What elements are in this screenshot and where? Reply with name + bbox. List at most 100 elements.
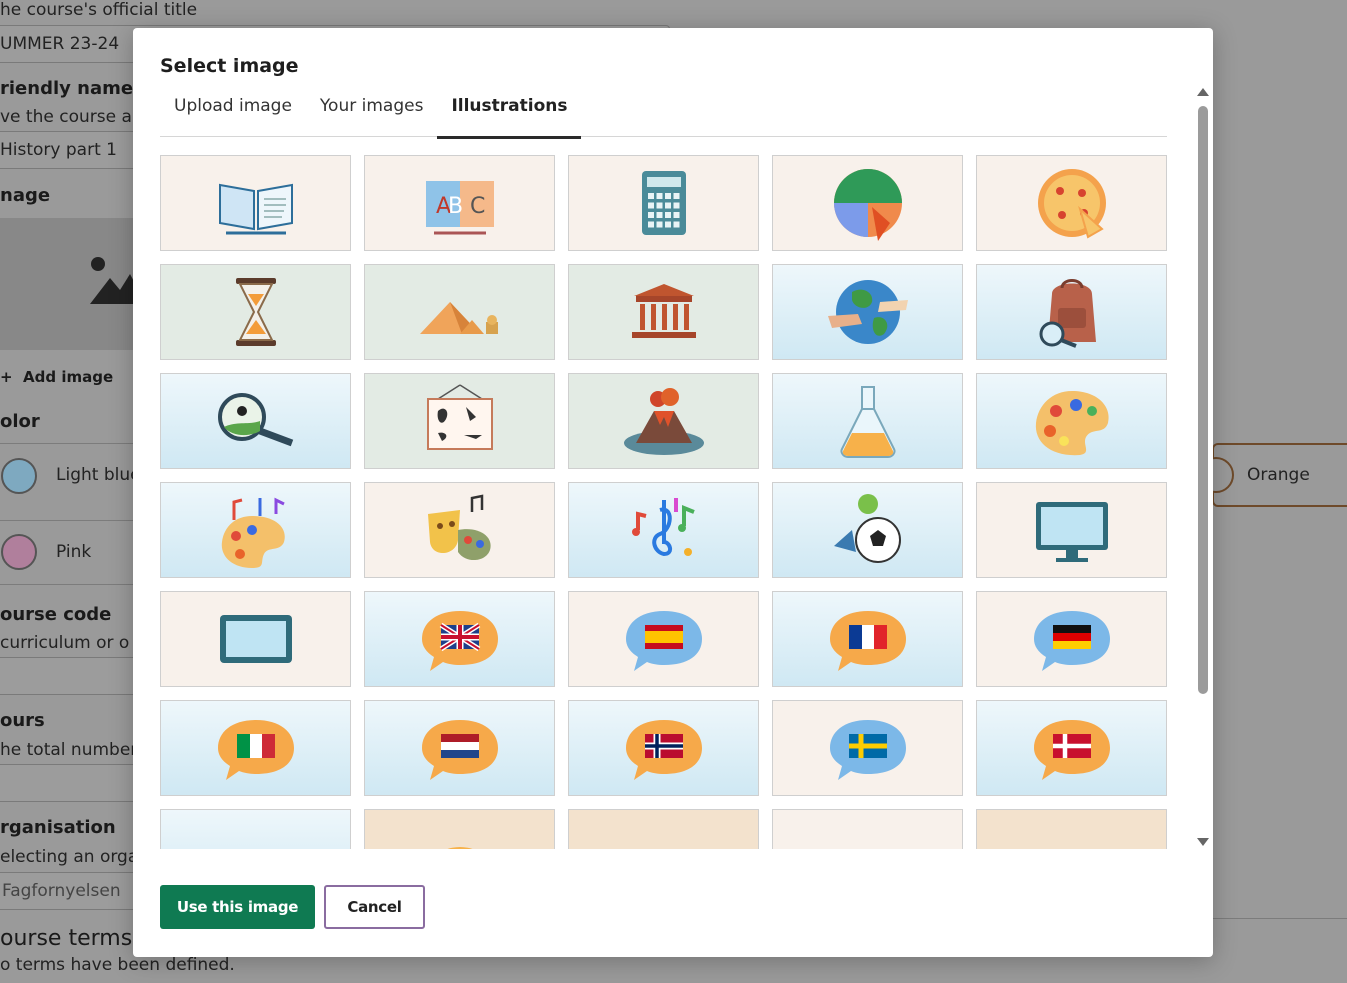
illustration-tile[interactable] (772, 809, 963, 849)
svg-text:C: C (470, 194, 485, 219)
norway-flag-bubble-icon (625, 720, 702, 780)
illustration-tile[interactable] (160, 809, 351, 849)
illustration-tile[interactable] (568, 264, 759, 360)
svg-text:B: B (448, 194, 463, 219)
illustration-tile[interactable] (772, 373, 963, 469)
course-code-hint: curriculum or o (0, 633, 130, 653)
orange-label: Orange (1247, 465, 1310, 485)
illustration-grid-viewport: ABC (160, 155, 1167, 849)
scroll-down-arrow-icon[interactable] (1197, 838, 1209, 846)
illustration-tile[interactable] (568, 809, 759, 849)
title-hint: he course's official title (0, 0, 198, 20)
music-notes-icon (631, 498, 695, 557)
friendly-name-label: riendly name (0, 78, 134, 99)
illustration-tile[interactable] (772, 700, 963, 796)
flask-icon (840, 386, 895, 458)
illustration-tile[interactable] (568, 482, 759, 578)
uk-flag-bubble-icon (421, 611, 498, 671)
theater-masks-icon (427, 494, 491, 561)
sweden-flag-bubble-icon (829, 720, 906, 780)
orange-option[interactable]: Orange (1198, 443, 1347, 507)
illustration-tile[interactable] (976, 482, 1167, 578)
abc-book-icon: AB C (425, 181, 494, 235)
cancel-button[interactable]: Cancel (324, 885, 425, 929)
greek-temple-icon (631, 284, 696, 338)
illustration-tile[interactable] (364, 700, 555, 796)
illustration-tile[interactable] (160, 155, 351, 251)
illustration-tile[interactable] (568, 373, 759, 469)
calculator-icon (641, 171, 686, 235)
illustration-tile[interactable] (160, 264, 351, 360)
notepad-icon (614, 817, 714, 849)
light-blue-swatch[interactable] (1, 458, 37, 494)
scroll-up-arrow-icon[interactable] (1197, 88, 1209, 96)
add-image-label: Add image (23, 368, 114, 386)
hours-label: ours (0, 710, 45, 731)
illustration-tile[interactable] (364, 809, 555, 849)
course-code-label: ourse code (0, 604, 112, 625)
illustration-tile[interactable] (568, 700, 759, 796)
biology-chart-icon (426, 384, 493, 450)
dialog-title: Select image (160, 55, 299, 77)
monitor-icon (1035, 502, 1108, 562)
numbers-tree-icon (206, 817, 306, 849)
title-value: UMMER 23-24 (0, 34, 120, 54)
course-terms-label: ourse terms (0, 926, 133, 951)
organisation-hint: electing an orga (0, 847, 139, 867)
magnifier-ant-icon (217, 393, 293, 447)
illustration-tile[interactable] (976, 700, 1167, 796)
light-blue-label: Light blue (56, 465, 141, 485)
pizza-fractions-icon (1037, 169, 1106, 239)
illustration-tile[interactable] (364, 591, 555, 687)
use-this-image-button[interactable]: Use this image (160, 885, 315, 929)
color-label: olor (0, 411, 40, 432)
friendly-name-value: History part 1 (0, 140, 117, 160)
organisation-value: Fagfornyelsen (2, 881, 121, 901)
illustration-tile[interactable]: ABC (364, 155, 555, 251)
illustration-tile[interactable] (364, 373, 555, 469)
pyramids-icon (419, 302, 498, 334)
illustration-tile[interactable] (364, 264, 555, 360)
denmark-flag-bubble-icon (1033, 720, 1110, 780)
illustration-tile[interactable] (772, 482, 963, 578)
tab-illustrations[interactable]: Illustrations (437, 92, 582, 139)
tab-your-images[interactable]: Your images (306, 92, 438, 137)
illustration-tile[interactable] (160, 482, 351, 578)
illustration-tile[interactable] (568, 591, 759, 687)
pink-swatch[interactable] (1, 534, 37, 570)
grid-scrollbar[interactable] (1194, 84, 1212, 850)
sun-icon (447, 847, 472, 849)
illustration-tile[interactable] (568, 155, 759, 251)
image-label: nage (0, 185, 51, 206)
spain-flag-bubble-icon (625, 611, 702, 671)
scroll-thumb[interactable] (1198, 106, 1208, 694)
backpack-magnifier-icon (1039, 279, 1096, 348)
illustration-tile[interactable] (976, 809, 1167, 849)
select-image-dialog: Select image Upload image Your images Il… (133, 28, 1213, 957)
pink-label: Pink (56, 542, 92, 562)
illustration-tile[interactable] (364, 482, 555, 578)
illustration-tile[interactable] (160, 700, 351, 796)
course-terms-hint: o terms have been defined. (0, 955, 235, 975)
globe-hands-icon (827, 280, 908, 344)
tab-upload-image[interactable]: Upload image (160, 92, 306, 137)
graduation-cap-icon (1022, 817, 1122, 849)
organisation-label: rganisation (0, 817, 116, 838)
illustration-tile[interactable] (976, 373, 1167, 469)
add-image-link[interactable]: + Add image (0, 368, 113, 386)
illustration-tile[interactable] (976, 591, 1167, 687)
illustration-tile[interactable] (976, 264, 1167, 360)
illustration-tile[interactable] (772, 264, 963, 360)
hours-hint: he total number (0, 740, 138, 760)
illustration-tile[interactable] (772, 155, 963, 251)
germany-flag-bubble-icon (1033, 611, 1110, 671)
palette-music-icon (221, 497, 285, 568)
illustration-tile[interactable] (772, 591, 963, 687)
illustration-tile[interactable] (160, 373, 351, 469)
image-placeholder (0, 218, 146, 350)
image-source-tabs: Upload image Your images Illustrations (160, 92, 1167, 139)
illustration-tile[interactable] (976, 155, 1167, 251)
hourglass-icon (235, 278, 276, 346)
illustration-tile[interactable] (160, 591, 351, 687)
sports-balls-icon (833, 494, 901, 563)
